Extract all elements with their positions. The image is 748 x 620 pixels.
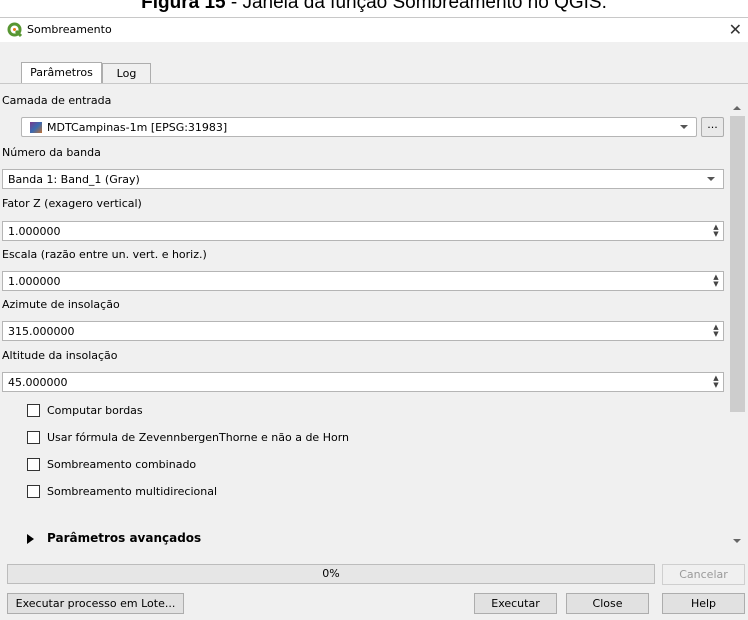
- browse-layer-button[interactable]: ...: [701, 117, 724, 137]
- azimuth-label: Azimute de insolação: [2, 298, 120, 311]
- z-factor-label: Fator Z (exagero vertical): [2, 197, 142, 210]
- scroll-down-icon[interactable]: [733, 539, 741, 543]
- checkbox[interactable]: [27, 458, 40, 471]
- spinner-arrows-icon[interactable]: ▲ ▼: [711, 324, 721, 338]
- scale-value: 1.000000: [8, 275, 61, 288]
- scrollbar-thumb[interactable]: [730, 116, 745, 412]
- input-layer-combo[interactable]: MDTCampinas-1m [EPSG:31983]: [21, 117, 697, 137]
- band-label: Número da banda: [2, 146, 101, 159]
- title-bar: Sombreamento ✕: [0, 18, 748, 42]
- tab-parametros[interactable]: Parâmetros: [21, 62, 102, 85]
- z-factor-input[interactable]: 1.000000 ▲ ▼: [2, 221, 724, 241]
- input-layer-label: Camada de entrada: [2, 94, 112, 107]
- input-layer-value: MDTCampinas-1m [EPSG:31983]: [47, 121, 228, 134]
- progress-text: 0%: [322, 567, 340, 580]
- scroll-up-icon[interactable]: [733, 106, 741, 110]
- run-button[interactable]: Executar: [474, 593, 557, 614]
- raster-layer-icon: [30, 122, 42, 133]
- scale-input[interactable]: 1.000000 ▲ ▼: [2, 271, 724, 291]
- checkbox[interactable]: [27, 404, 40, 417]
- help-button[interactable]: Help: [662, 593, 745, 614]
- figure-caption: Figura 15 - Janela da função Sombreament…: [141, 0, 607, 13]
- z-factor-value: 1.000000: [8, 225, 61, 238]
- dialog-window: Sombreamento ✕ Parâmetros Log Camada de …: [0, 17, 748, 620]
- band-value: Banda 1: Band_1 (Gray): [8, 173, 140, 186]
- triangle-right-icon: [27, 534, 34, 544]
- band-combo[interactable]: Banda 1: Band_1 (Gray): [2, 169, 724, 189]
- altitude-input[interactable]: 45.000000 ▲ ▼: [2, 372, 724, 392]
- checkbox[interactable]: [27, 431, 40, 444]
- vertical-scrollbar[interactable]: [729, 100, 746, 549]
- close-button[interactable]: Close: [566, 593, 649, 614]
- altitude-label: Altitude da insolação: [2, 349, 118, 362]
- qgis-logo-icon: [7, 22, 23, 38]
- tab-log[interactable]: Log: [102, 63, 151, 85]
- cancel-button[interactable]: Cancelar: [662, 564, 745, 585]
- chevron-down-icon: [680, 125, 688, 129]
- azimuth-value: 315.000000: [8, 325, 75, 338]
- parameters-panel: Camada de entrada MDTCampinas-1m [EPSG:3…: [0, 83, 748, 552]
- chevron-down-icon: [707, 177, 715, 181]
- spinner-arrows-icon[interactable]: ▲ ▼: [711, 274, 721, 288]
- scale-label: Escala (razão entre un. vert. e horiz.): [2, 248, 207, 261]
- spinner-arrows-icon[interactable]: ▲ ▼: [711, 224, 721, 238]
- close-icon[interactable]: ✕: [729, 20, 742, 39]
- run-batch-button[interactable]: Executar processo em Lote...: [7, 593, 184, 614]
- azimuth-input[interactable]: 315.000000 ▲ ▼: [2, 321, 724, 341]
- checkbox[interactable]: [27, 485, 40, 498]
- spinner-arrows-icon[interactable]: ▲ ▼: [711, 375, 721, 389]
- altitude-value: 45.000000: [8, 376, 68, 389]
- window-title: Sombreamento: [27, 23, 112, 36]
- progress-bar: 0%: [7, 564, 655, 584]
